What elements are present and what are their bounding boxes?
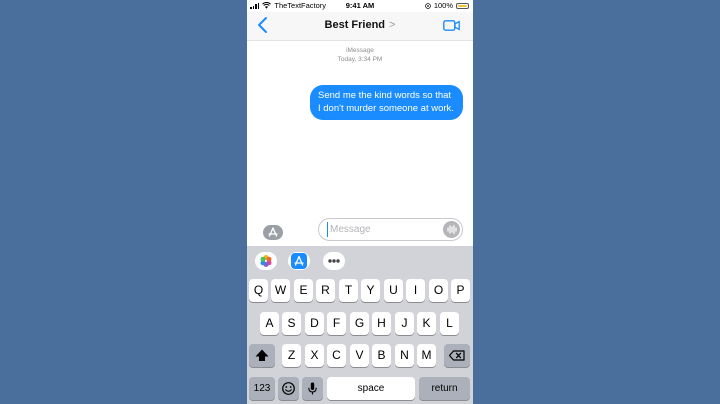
key-k[interactable]: K [417,312,436,335]
emoji-key[interactable] [278,377,299,400]
chevron-right-icon: > [389,19,396,31]
battery-icon [456,2,469,9]
message-input[interactable] [327,222,442,237]
key-h[interactable]: H [372,312,391,335]
key-v[interactable]: V [350,344,369,367]
contact-title[interactable]: Best Friend > [247,19,473,31]
key-s[interactable]: S [282,312,301,335]
key-n[interactable]: N [395,344,414,367]
key-e[interactable]: E [294,279,313,302]
key-g[interactable]: G [350,312,369,335]
shift-icon [255,349,269,361]
app-store-icon[interactable] [263,225,283,240]
backspace-key[interactable] [444,344,470,367]
location-icon [425,2,431,9]
phone-screen: TheTextFactory 9:41 AM 100% Best Friend >… [247,0,473,404]
return-key[interactable]: return [419,377,470,400]
dictation-key[interactable] [302,377,323,400]
key-u[interactable]: U [384,279,403,302]
numbers-key[interactable]: 123 [249,377,275,400]
key-o[interactable]: O [429,279,448,302]
thread-timestamp: Today, 3:34 PM [337,56,383,63]
key-d[interactable]: D [305,312,324,335]
app-store-icon[interactable] [288,252,310,270]
sent-message-bubble[interactable]: Send me the kind words so that I don't m… [310,85,463,120]
key-z[interactable]: Z [282,344,301,367]
conversation-header: Best Friend > [247,12,473,41]
photos-icon[interactable] [255,252,277,270]
key-x[interactable]: X [305,344,324,367]
key-p[interactable]: P [451,279,470,302]
key-q[interactable]: Q [249,279,268,302]
key-l[interactable]: L [440,312,459,335]
app-tray [247,246,473,276]
space-key[interactable]: space [327,377,415,400]
microphone-icon [308,382,317,395]
battery-percent: 100% [433,1,453,10]
key-y[interactable]: Y [361,279,380,302]
key-m[interactable]: M [417,344,436,367]
message-meta: iMessage Today, 3:34 PM [247,46,473,64]
video-camera-icon[interactable] [443,20,460,31]
waveform-icon[interactable] [443,221,460,238]
key-i[interactable]: I [406,279,425,302]
key-f[interactable]: F [327,312,346,335]
service-label: iMessage [346,47,374,54]
key-c[interactable]: C [327,344,346,367]
keyboard: Q W E R T Y U I O P A S D F G H J K L Z [247,246,473,404]
status-bar: TheTextFactory 9:41 AM 100% [247,0,473,12]
key-b[interactable]: B [372,344,391,367]
key-r[interactable]: R [316,279,335,302]
emoji-icon [282,382,295,395]
shift-key[interactable] [249,344,275,367]
contact-name: Best Friend [324,19,386,31]
more-icon[interactable] [323,252,345,270]
backspace-icon [448,350,465,361]
key-w[interactable]: W [271,279,290,302]
status-right: 100% [425,1,469,10]
message-input-box[interactable] [318,218,463,241]
key-j[interactable]: J [395,312,414,335]
key-a[interactable]: A [260,312,279,335]
key-t[interactable]: T [339,279,358,302]
